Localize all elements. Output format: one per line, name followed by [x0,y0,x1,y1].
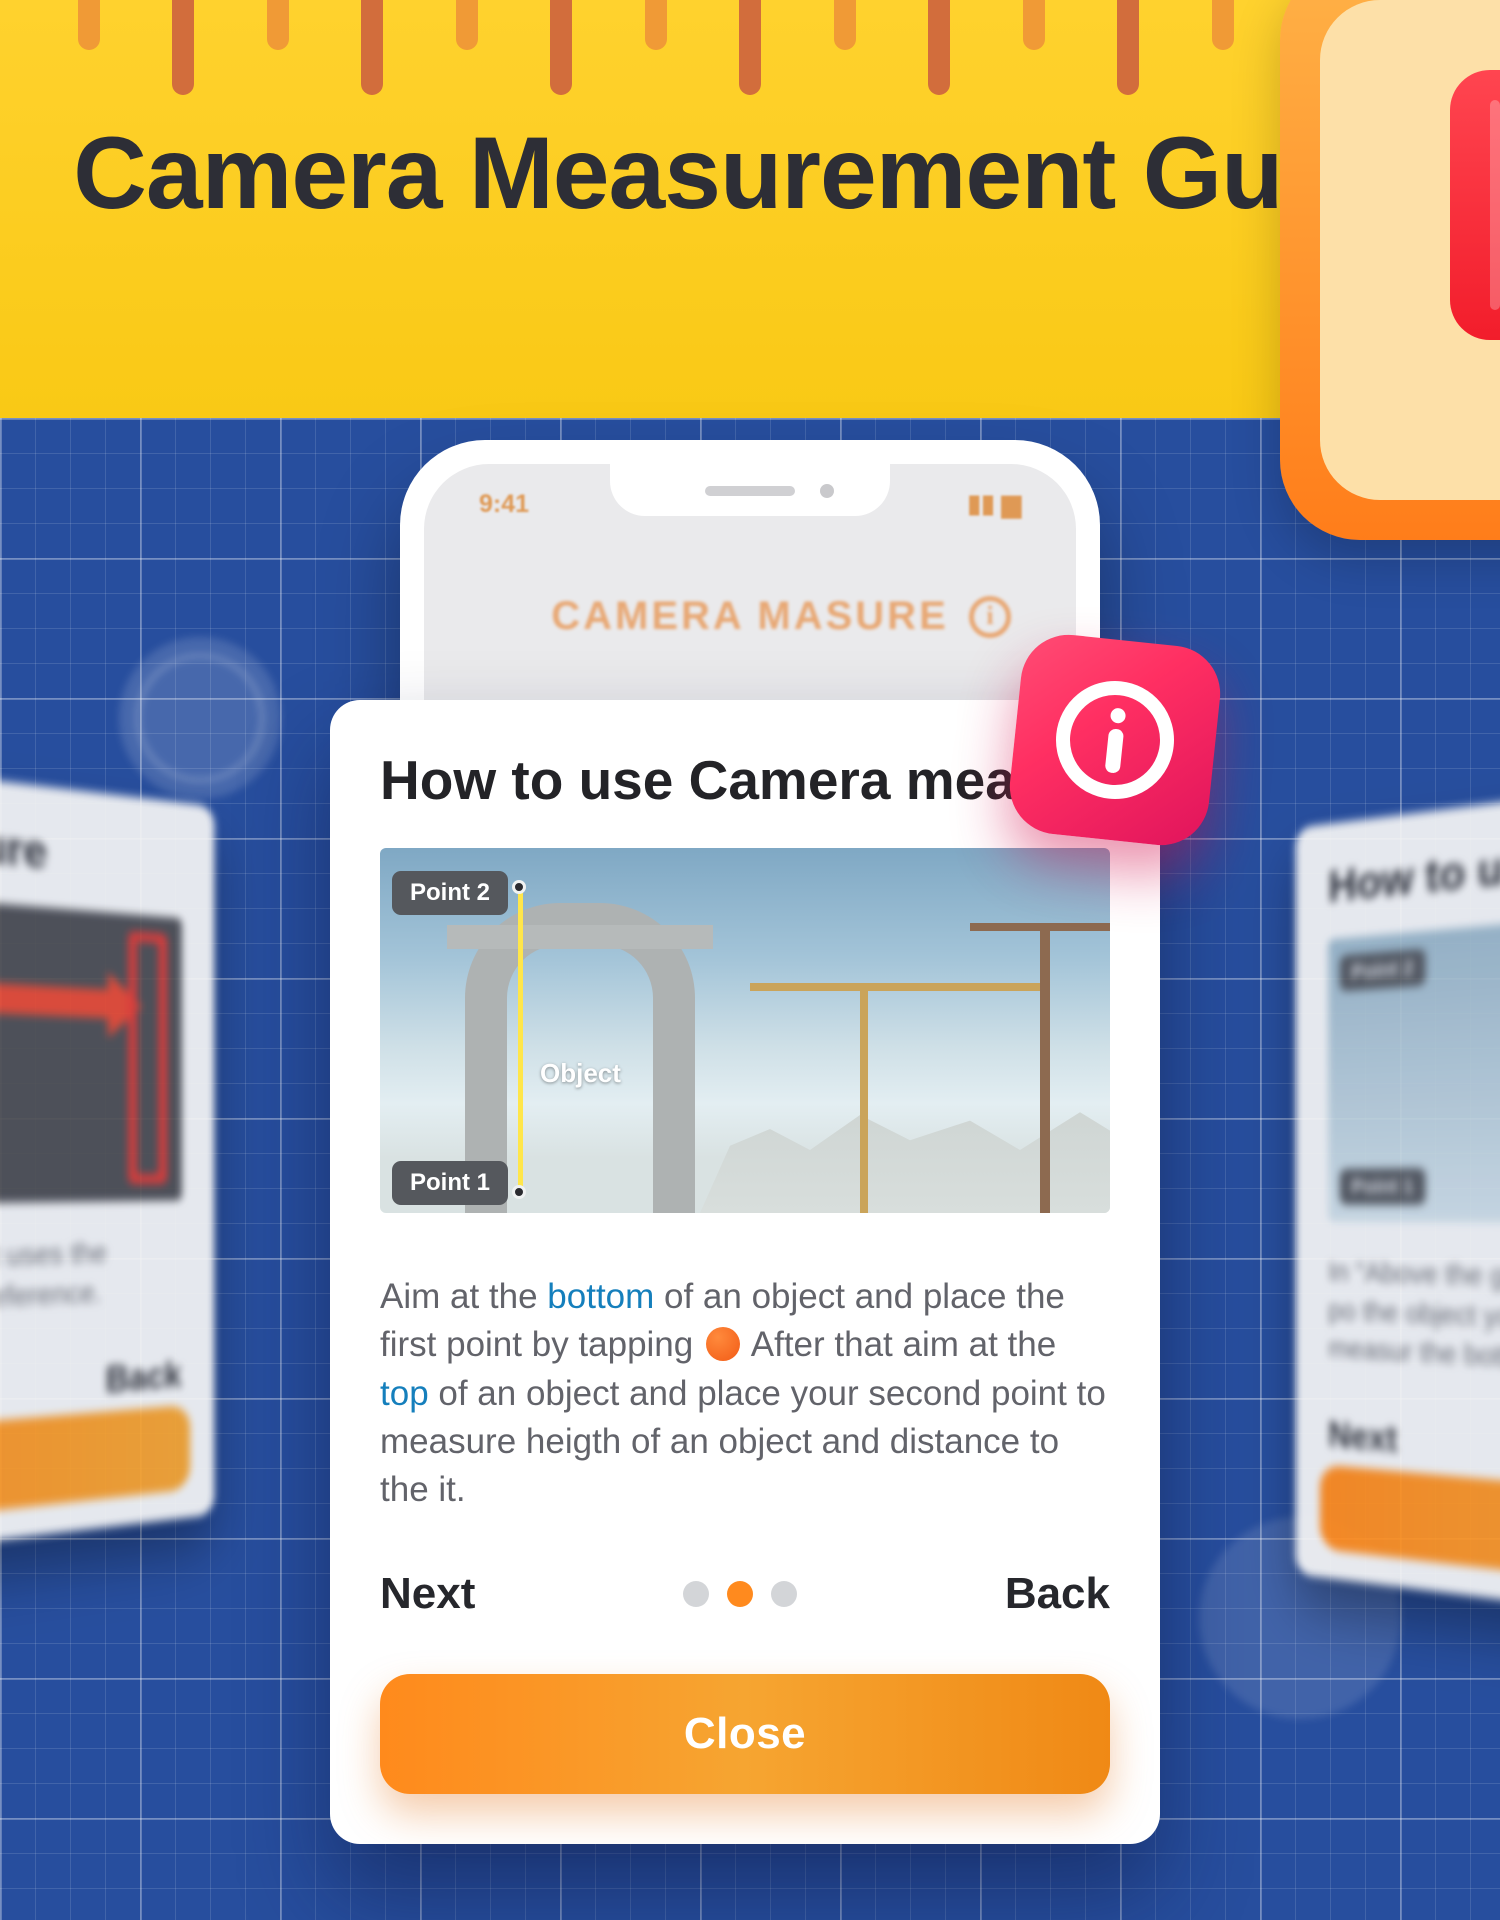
ruler-tick [1117,0,1139,95]
crane-icon [860,983,868,1213]
ruler-tick [928,0,950,95]
ruler-tick [1212,0,1234,50]
ruler-tick [834,0,856,50]
next-button[interactable]: Next [380,1569,475,1619]
highlight-word: top [380,1374,429,1413]
status-time: 9:41 [479,490,529,519]
side-card-title: How to use C [1328,816,1500,914]
status-indicators-icon: ▮▮ ▆ [967,489,1021,519]
side-card-left: era measure he ground" to get uses the d… [0,749,214,1572]
page-dot[interactable] [683,1581,709,1607]
page-dot-active[interactable] [727,1581,753,1607]
tutorial-modal: How to use Camera measure Point 2 Point … [330,700,1160,1844]
page-dot[interactable] [771,1581,797,1607]
info-icon[interactable] [969,596,1011,638]
side-card-title: era measure [0,797,182,892]
decorative-red-badge [1450,70,1500,340]
highlight-word: bottom [547,1277,654,1316]
info-badge-icon[interactable] [1005,630,1225,850]
side-card-text: In "Above the gr place the first po the … [1328,1254,1500,1391]
ruler-tick [78,0,100,50]
modal-nav: Next Back [380,1569,1110,1619]
measure-line-icon [518,888,523,1193]
modal-title: How to use Camera measure [380,748,1110,812]
ruler-tick [1023,0,1045,50]
ruler-tick [456,0,478,50]
side-tutorial-image [0,886,182,1206]
point-label: Point 2 [1340,949,1426,992]
ruler-tick [361,0,383,95]
instruction-text: Aim at the bottom of an object and place… [380,1273,1110,1514]
back-button[interactable]: Back [1005,1569,1110,1619]
ruler-tick [550,0,572,95]
side-close-button[interactable] [1320,1464,1500,1598]
ruler-ticks [0,0,1500,100]
ruler-tick [267,0,289,50]
red-arrow-icon [0,982,115,1018]
ruler-tick [645,0,667,50]
ruler-tick [172,0,194,95]
page-title: Camera Measurement Guide [0,120,1500,227]
measure-point-icon [512,1185,526,1199]
close-button[interactable]: Close [380,1674,1110,1794]
side-card-right: How to use C Point 2 Point 1 In "Above t… [1296,768,1500,1634]
side-card-text: he ground" to get uses the distance d as… [0,1232,182,1328]
ruler-tick [739,0,761,95]
page-indicator [683,1581,797,1607]
crane-icon [1040,923,1050,1213]
point-label: Point 1 [392,1161,508,1205]
tap-dot-icon [706,1327,740,1361]
status-bar: 9:41 ▮▮ ▆ [424,489,1076,519]
side-tutorial-image: Point 2 Point 1 [1328,904,1500,1224]
measure-point-icon [512,880,526,894]
point-label: Point 2 [392,871,508,915]
tutorial-image: Point 2 Point 1 Object [380,848,1110,1213]
object-label: Object [540,1058,621,1089]
side-close-button[interactable] [0,1405,190,1536]
header-banner: Camera Measurement Guide [0,0,1500,418]
decorative-box [1280,0,1500,540]
point-label: Point 1 [1340,1168,1426,1205]
